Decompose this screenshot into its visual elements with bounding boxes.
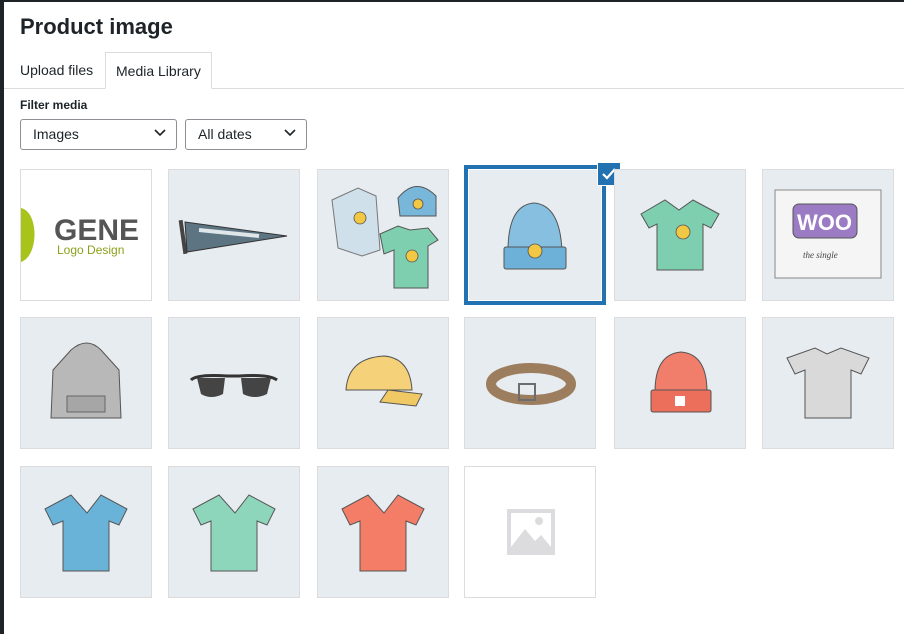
media-item-single-woo[interactable]: WOO the single	[762, 169, 894, 301]
tab-bar: Upload files Media Library	[4, 52, 904, 89]
media-item-v-neck-green[interactable]	[614, 169, 746, 301]
hoodie-set-icon	[331, 186, 439, 289]
hoodie-icon	[50, 342, 122, 419]
media-item-logo[interactable]: GENE Logo Design	[20, 169, 152, 301]
media-modal: Product image Upload files Media Library…	[4, 2, 904, 634]
filter-media-label: Filter media	[20, 98, 88, 112]
media-item-v-neck-blue[interactable]	[20, 466, 152, 598]
chevron-down-icon	[284, 129, 296, 137]
date-filter-select[interactable]: All dates	[185, 119, 307, 150]
media-item-v-neck-red[interactable]	[317, 466, 449, 598]
media-item-beanie-selected[interactable]	[464, 165, 606, 305]
belt-icon	[486, 363, 576, 405]
date-filter-value: All dates	[198, 126, 252, 142]
media-item-v-neck-green-2[interactable]	[168, 466, 300, 598]
tshirt-icon	[192, 494, 276, 572]
chevron-down-icon	[154, 129, 166, 137]
beanie-icon	[503, 202, 567, 270]
image-placeholder-icon	[507, 509, 555, 555]
media-type-value: Images	[33, 126, 79, 142]
woo-poster-icon: WOO the single	[774, 189, 882, 279]
media-type-select[interactable]: Images	[20, 119, 177, 150]
modal-title: Product image	[20, 14, 173, 39]
logo-thumbnail: GENE Logo Design	[21, 170, 151, 300]
media-item-placeholder[interactable]	[464, 466, 596, 598]
woo-sub-text: the single	[803, 250, 838, 260]
tshirt-icon	[44, 494, 128, 572]
beanie-icon	[650, 351, 712, 413]
tshirt-icon	[786, 347, 870, 419]
media-item-sunglasses[interactable]	[168, 317, 300, 449]
media-item-hoodie-set[interactable]	[317, 169, 449, 301]
tab-media-library[interactable]: Media Library	[105, 52, 212, 89]
media-item-hoodie[interactable]	[20, 317, 152, 449]
woo-main-text: WOO	[797, 210, 852, 235]
tshirt-icon	[341, 494, 425, 572]
media-item-t-shirt-gray[interactable]	[762, 317, 894, 449]
pennant-icon	[178, 219, 288, 255]
sunglasses-icon	[189, 374, 278, 397]
media-item-beanie-red[interactable]	[614, 317, 746, 449]
media-item-pennant[interactable]	[168, 169, 300, 301]
logo-sub-text: Logo Design	[57, 243, 124, 257]
cap-icon	[345, 355, 423, 407]
tab-upload-files[interactable]: Upload files	[10, 52, 103, 88]
tshirt-icon	[640, 199, 720, 271]
media-item-belt[interactable]	[464, 317, 596, 449]
media-item-cap[interactable]	[317, 317, 449, 449]
